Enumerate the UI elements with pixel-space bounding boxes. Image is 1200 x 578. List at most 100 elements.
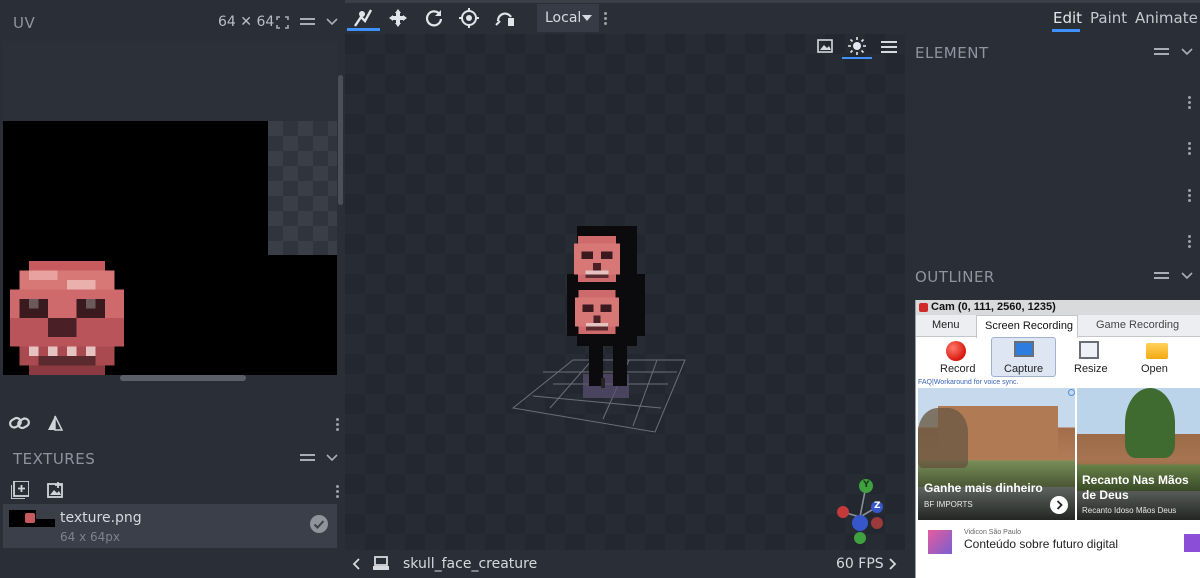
tab-animate[interactable]: Animate xyxy=(1135,9,1198,27)
space-select-dropdown[interactable]: Local xyxy=(537,4,599,32)
uv-transparent-region xyxy=(268,121,337,255)
open-label: Open xyxy=(1141,363,1168,375)
outliner-panel-title: OUTLINER xyxy=(915,268,995,286)
uv-skull-face-texture[interactable] xyxy=(7,261,127,375)
resize-tool-icon[interactable] xyxy=(495,9,515,27)
bottom-ad[interactable]: Vidicon São Paulo Conteúdo sobre futuro … xyxy=(916,522,1200,578)
capture-label: Capture xyxy=(1004,363,1044,375)
resize-label: Resize xyxy=(1074,363,1108,375)
outliner-chevron-down-icon[interactable] xyxy=(1181,272,1193,280)
ad-card-1[interactable]: Ganhe mais dinheiro BF IMPORTS xyxy=(918,388,1075,520)
element-drag-handle-icon[interactable] xyxy=(1154,48,1169,56)
space-select-value: Local xyxy=(545,10,582,26)
textures-chevron-down-icon[interactable] xyxy=(326,454,338,462)
texture-thumbnail xyxy=(9,510,55,527)
bottom-ad-logo xyxy=(928,530,952,554)
element-options-2-icon[interactable] xyxy=(1188,140,1192,157)
add-texture-icon[interactable] xyxy=(11,481,29,499)
pivot-tool-icon[interactable] xyxy=(459,8,479,28)
fullscreen-icon[interactable] xyxy=(276,16,289,29)
vertex-snap-tool-icon[interactable] xyxy=(353,9,373,27)
ad-2-tree xyxy=(1125,388,1175,458)
open-button[interactable]: Open xyxy=(1126,338,1188,376)
ad-card-2[interactable]: Recanto Nas Mãos de Deus Recanto Idoso M… xyxy=(1077,388,1200,520)
texture-size: 64 x 64px xyxy=(60,530,120,544)
capture-button[interactable]: Capture xyxy=(991,337,1056,377)
bandicam-tab-game-recording[interactable]: Game Recording xyxy=(1096,319,1179,331)
ad-info-icon[interactable] xyxy=(1068,389,1075,396)
bandicam-tab-menu[interactable]: Menu xyxy=(932,319,960,331)
outliner-drag-handle-icon[interactable] xyxy=(1154,272,1169,280)
uv-horizontal-scrollbar[interactable] xyxy=(120,375,246,381)
bandicam-title: Cam (0, 111, 2560, 1235) xyxy=(931,301,1056,313)
screenshot-icon[interactable] xyxy=(817,39,833,53)
toolbar-options-menu-icon[interactable] xyxy=(604,10,608,27)
element-options-4-icon[interactable] xyxy=(1188,233,1192,250)
move-tool-icon[interactable] xyxy=(389,9,407,27)
uv-options-menu-icon[interactable] xyxy=(336,416,340,433)
bandicam-logo-icon xyxy=(919,303,928,312)
resize-button[interactable]: Resize xyxy=(1061,338,1123,376)
mirror-icon[interactable] xyxy=(47,415,63,431)
textures-panel-title: TEXTURES xyxy=(13,450,96,468)
resize-window-icon xyxy=(1079,341,1099,359)
element-options-1-icon[interactable] xyxy=(1188,94,1192,111)
texture-list-item[interactable]: texture.png 64 x 64px xyxy=(3,504,337,548)
record-icon xyxy=(946,341,966,361)
uv-texture-canvas[interactable] xyxy=(3,121,337,375)
active-tool-underline xyxy=(347,28,380,31)
create-texture-icon[interactable] xyxy=(47,482,64,499)
left-vertical-scrollbar[interactable] xyxy=(338,75,343,205)
element-panel-title: ELEMENT xyxy=(915,44,989,62)
viewport-status-bar: skull_face_creature 60 FPS xyxy=(345,550,905,578)
lighting-active-underline xyxy=(842,57,872,59)
left-panel: UV 64 ✕ 64 TEXTURES texture.png 64 x 64p… xyxy=(0,0,345,578)
chevron-left-icon[interactable] xyxy=(352,558,360,570)
texture-saved-check-icon[interactable] xyxy=(310,515,328,533)
bandicam-titlebar[interactable]: Cam (0, 111, 2560, 1235) xyxy=(916,300,1200,315)
ad-1-next-button[interactable] xyxy=(1050,496,1068,514)
ad-1-title: Ganhe mais dinheiro xyxy=(924,481,1043,495)
rotate-tool-icon[interactable] xyxy=(425,9,443,27)
texture-name: texture.png xyxy=(60,510,142,526)
bottom-ad-source: Vidicon São Paulo xyxy=(964,529,1022,536)
monitor-icon xyxy=(1014,341,1034,357)
ad-1-source: BF IMPORTS xyxy=(924,500,973,509)
viewport-menu-icon[interactable] xyxy=(881,41,897,53)
bandicam-faq-link[interactable]: FAQ|Workaround for voice sync. xyxy=(918,379,1019,386)
element-chevron-down-icon[interactable] xyxy=(1181,48,1193,56)
uv-upper-empty-area xyxy=(3,41,337,121)
chevron-down-icon[interactable] xyxy=(326,18,338,26)
ad-2-title: Recanto Nas Mãos de Deus xyxy=(1082,473,1189,502)
folder-icon xyxy=(1146,343,1168,359)
record-label: Record xyxy=(940,363,976,375)
right-panel-lower-bg xyxy=(905,300,915,578)
chevron-right-icon[interactable] xyxy=(889,558,897,570)
bandicam-window[interactable]: Cam (0, 111, 2560, 1235) Menu Screen Rec… xyxy=(915,300,1200,578)
record-button[interactable]: Record xyxy=(926,338,988,376)
tab-paint[interactable]: Paint xyxy=(1090,9,1127,27)
link-icon[interactable] xyxy=(9,415,31,431)
gizmo-z-label: Z xyxy=(874,501,881,511)
toolbar-top-accent-line xyxy=(345,0,1200,3)
ad-2-source: Recanto Idoso Mãos Deus xyxy=(1082,506,1177,515)
3d-viewport[interactable]: Y Z xyxy=(345,34,905,550)
drag-handle-icon[interactable] xyxy=(300,18,315,26)
gizmo-y-label: Y xyxy=(863,480,870,490)
bottom-ad-title: Conteúdo sobre futuro digital xyxy=(964,537,1119,551)
right-panel: ELEMENT OUTLINER xyxy=(905,34,1200,300)
model-name: skull_face_creature xyxy=(403,556,538,572)
tab-edit-underline xyxy=(1052,29,1080,32)
textures-options-menu-icon[interactable] xyxy=(336,483,340,500)
bandicam-tab-screen-recording[interactable]: Screen Recording xyxy=(976,315,1078,338)
lighting-icon[interactable] xyxy=(847,37,867,55)
tab-edit[interactable]: Edit xyxy=(1053,9,1082,27)
model-icon xyxy=(373,556,389,571)
textures-drag-handle-icon[interactable] xyxy=(300,454,315,462)
skull-face-upper xyxy=(574,236,620,282)
element-options-3-icon[interactable] xyxy=(1188,187,1192,204)
bottom-ad-cta[interactable] xyxy=(1184,534,1200,552)
ad-1-tree xyxy=(918,408,968,468)
uv-size-label[interactable]: 64 ✕ 64 xyxy=(218,14,274,30)
skull-face-lower xyxy=(575,290,619,334)
